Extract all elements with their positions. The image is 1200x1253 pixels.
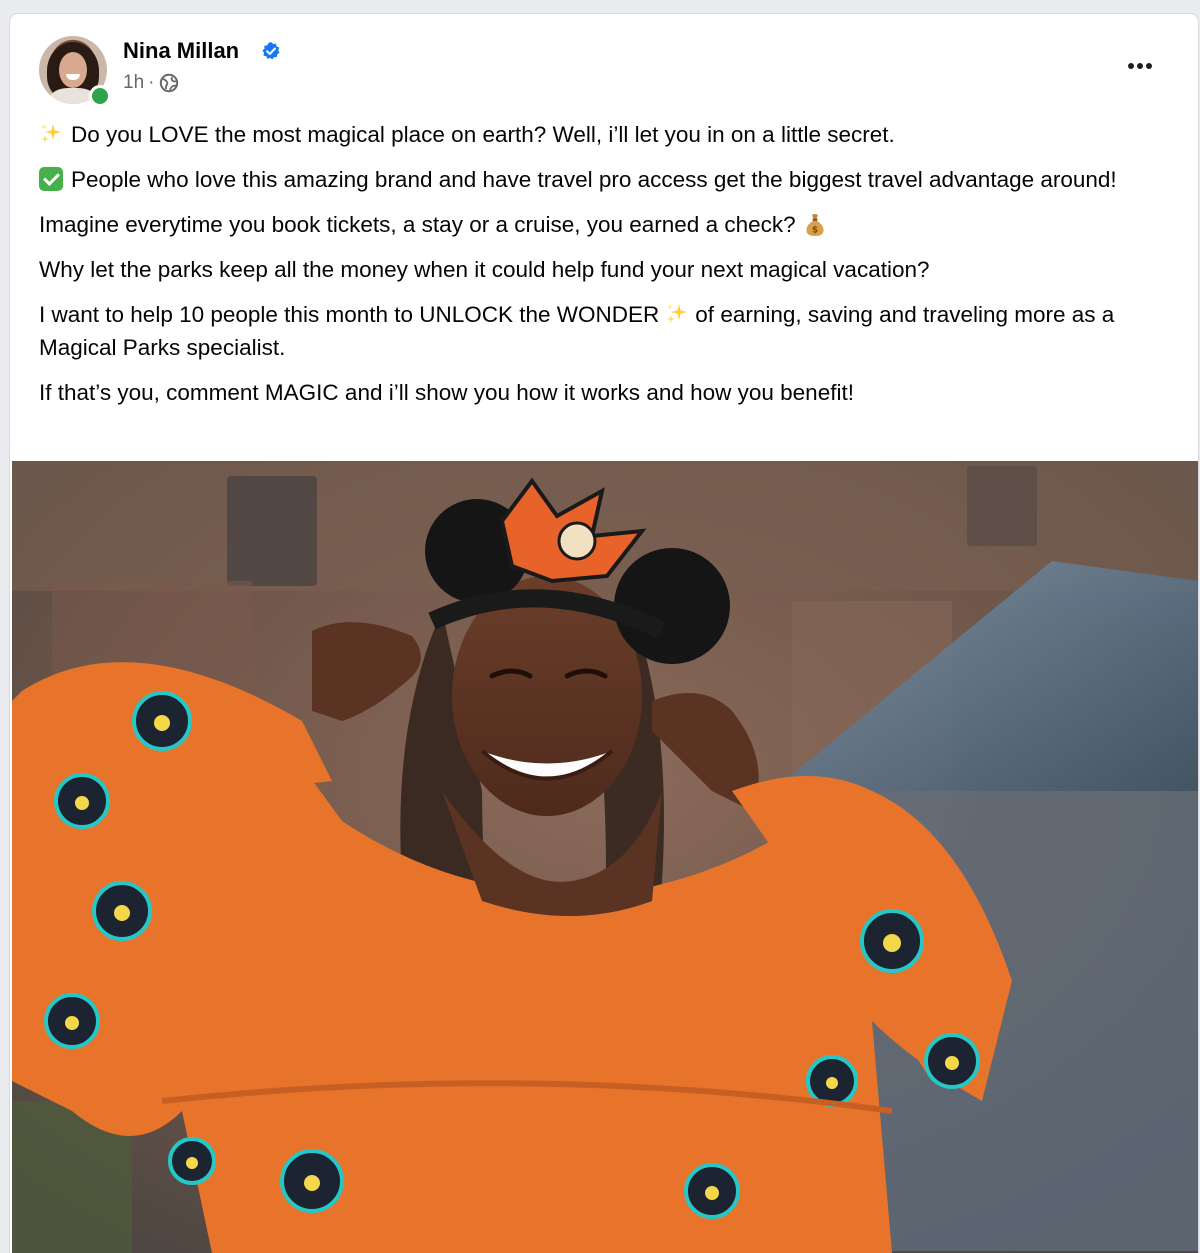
meta-separator: · [148,72,155,93]
sparkles-icon [41,124,61,143]
post-paragraph-4: Why let the parks keep all the money whe… [39,253,1179,286]
more-options-icon[interactable] [1118,52,1162,80]
online-status-dot [89,85,111,107]
check-mark-button-icon [39,167,63,191]
post-time[interactable]: 1h [123,72,144,94]
globe-icon[interactable] [159,73,179,93]
sparkles-icon [667,304,688,323]
paragraph-text: Imagine everytime you book tickets, a st… [39,212,796,237]
post-card: Nina Millan 1h · Do you LOVE the most ma… [10,14,1198,1253]
money-bag-icon: $ [806,214,824,236]
post-header: Nina Millan 1h · [10,14,1198,114]
paragraph-text: I want to help 10 people this month to U… [39,302,660,327]
paragraph-text: People who love this amazing brand and h… [71,167,1117,192]
post-photo-illustration [12,461,1198,1253]
post-paragraph-3: Imagine everytime you book tickets, a st… [39,208,1179,241]
author-name[interactable]: Nina Millan [123,38,239,64]
post-meta: 1h · [123,72,179,94]
verified-badge-icon [262,42,280,60]
post-paragraph-2: People who love this amazing brand and h… [39,163,1179,196]
post-paragraph-6: If that’s you, comment MAGIC and i’ll sh… [39,376,1179,409]
paragraph-text: Do you LOVE the most magical place on ea… [71,122,895,147]
post-text: Do you LOVE the most magical place on ea… [39,118,1179,421]
svg-text:$: $ [812,226,818,236]
paragraph-text: If that’s you, comment MAGIC and i’ll sh… [39,380,854,405]
post-photo[interactable] [12,461,1198,1253]
post-paragraph-5: I want to help 10 people this month to U… [39,298,1179,364]
paragraph-text: Why let the parks keep all the money whe… [39,257,930,282]
post-paragraph-1: Do you LOVE the most magical place on ea… [39,118,1179,151]
